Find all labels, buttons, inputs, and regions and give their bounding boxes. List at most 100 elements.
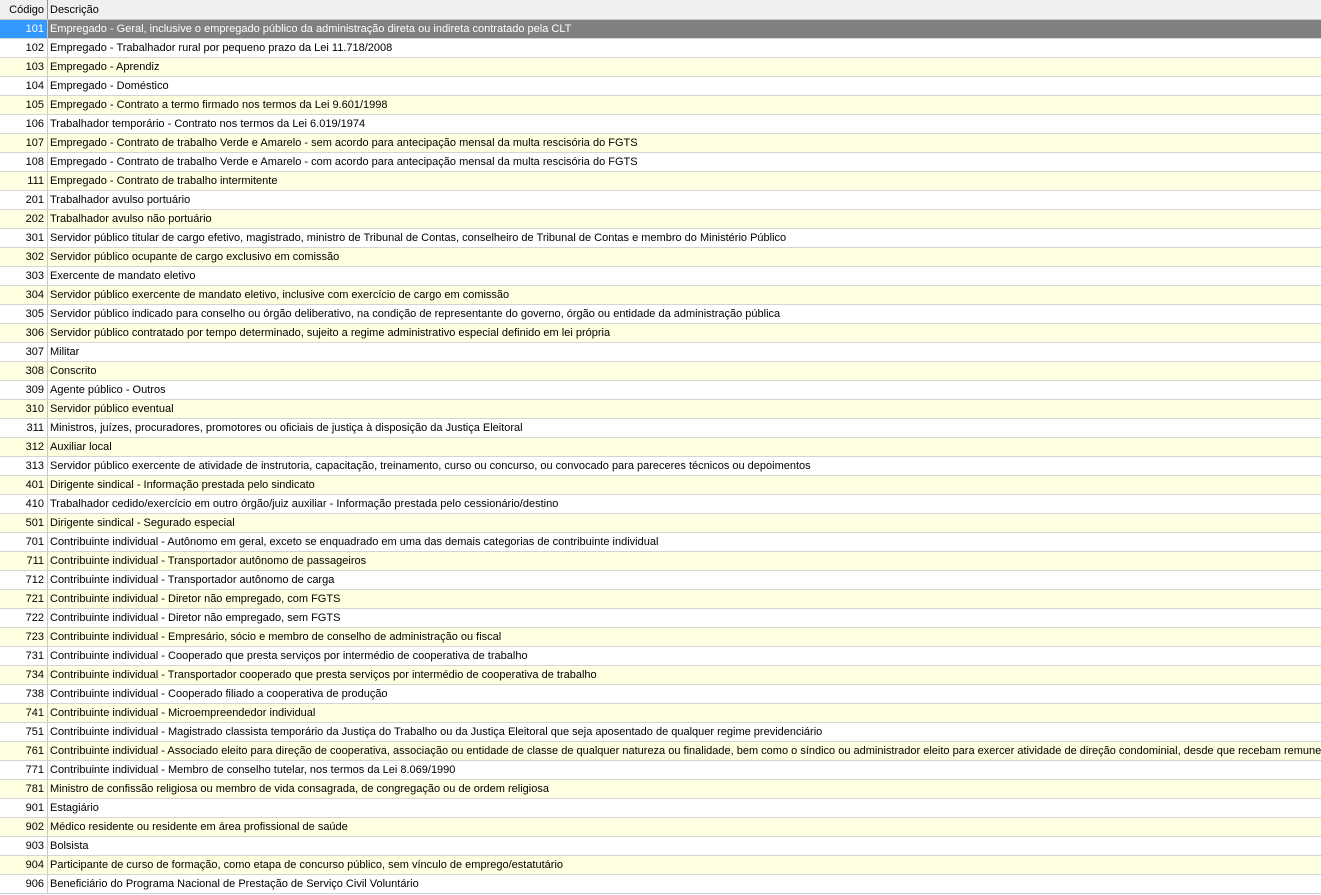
table-row[interactable]: 312 Auxiliar local	[0, 438, 1321, 457]
cell-description[interactable]: Contribuinte individual - Microempreende…	[48, 704, 1321, 722]
cell-code[interactable]: 106	[0, 115, 48, 133]
cell-code[interactable]: 722	[0, 609, 48, 627]
table-row[interactable]: 106 Trabalhador temporário - Contrato nos…	[0, 115, 1321, 134]
table-row[interactable]: 410 Trabalhador cedido/exercício em outro…	[0, 495, 1321, 514]
cell-description[interactable]: Auxiliar local	[48, 438, 1321, 456]
cell-code[interactable]: 701	[0, 533, 48, 551]
cell-description[interactable]: Trabalhador temporário - Contrato nos te…	[48, 115, 1321, 133]
cell-description[interactable]: Agente público - Outros	[48, 381, 1321, 399]
table-row[interactable]: 306 Servidor público contratado por tempo…	[0, 324, 1321, 343]
cell-code[interactable]: 305	[0, 305, 48, 323]
cell-description[interactable]: Trabalhador cedido/exercício em outro ór…	[48, 495, 1321, 513]
cell-code[interactable]: 303	[0, 267, 48, 285]
cell-description[interactable]: Contribuinte individual - Cooperado que …	[48, 647, 1321, 665]
cell-code[interactable]: 734	[0, 666, 48, 684]
table-row[interactable]: 751 Contribuinte individual - Magistrado …	[0, 723, 1321, 742]
table-row[interactable]: 304 Servidor público exercente de mandato…	[0, 286, 1321, 305]
cell-code[interactable]: 103	[0, 58, 48, 76]
table-row[interactable]: 712 Contribuinte individual - Transportad…	[0, 571, 1321, 590]
table-row[interactable]: 313 Servidor público exercente de ativida…	[0, 457, 1321, 476]
table-row[interactable]: 103 Empregado - Aprendiz	[0, 58, 1321, 77]
table-row[interactable]: 310 Servidor público eventual	[0, 400, 1321, 419]
cell-description[interactable]: Contribuinte individual - Transportador …	[48, 571, 1321, 589]
table-row[interactable]: 105 Empregado - Contrato a termo firmado …	[0, 96, 1321, 115]
cell-code[interactable]: 105	[0, 96, 48, 114]
table-row[interactable]: 202 Trabalhador avulso não portuário	[0, 210, 1321, 229]
cell-description[interactable]: Médico residente ou residente em área pr…	[48, 818, 1321, 836]
table-row[interactable]: 721 Contribuinte individual - Diretor não…	[0, 590, 1321, 609]
cell-description[interactable]: Ministros, juízes, procuradores, promoto…	[48, 419, 1321, 437]
cell-code[interactable]: 741	[0, 704, 48, 722]
cell-description[interactable]: Contribuinte individual - Diretor não em…	[48, 590, 1321, 608]
cell-code[interactable]: 761	[0, 742, 48, 760]
cell-description[interactable]: Servidor público indicado para conselho …	[48, 305, 1321, 323]
cell-description[interactable]: Dirigente sindical - Informação prestada…	[48, 476, 1321, 494]
cell-code[interactable]: 202	[0, 210, 48, 228]
cell-code[interactable]: 723	[0, 628, 48, 646]
cell-description[interactable]: Empregado - Trabalhador rural por pequen…	[48, 39, 1321, 57]
table-row[interactable]: 741 Contribuinte individual - Microempree…	[0, 704, 1321, 723]
cell-description[interactable]: Trabalhador avulso não portuário	[48, 210, 1321, 228]
table-row[interactable]: 722 Contribuinte individual - Diretor não…	[0, 609, 1321, 628]
cell-description[interactable]: Contribuinte individual - Empresário, só…	[48, 628, 1321, 646]
cell-description[interactable]: Contribuinte individual - Membro de cons…	[48, 761, 1321, 779]
cell-description[interactable]: Servidor público exercente de atividade …	[48, 457, 1321, 475]
cell-description[interactable]: Empregado - Doméstico	[48, 77, 1321, 95]
table-row[interactable]: 102 Empregado - Trabalhador rural por peq…	[0, 39, 1321, 58]
column-header-description[interactable]: Descrição	[48, 0, 1321, 19]
cell-description[interactable]: Bolsista	[48, 837, 1321, 855]
cell-description[interactable]: Beneficiário do Programa Nacional de Pre…	[48, 875, 1321, 893]
cell-code[interactable]: 304	[0, 286, 48, 304]
table-row[interactable]: 761 Contribuinte individual - Associado e…	[0, 742, 1321, 761]
cell-code[interactable]: 111	[0, 172, 48, 190]
cell-description[interactable]: Militar	[48, 343, 1321, 361]
cell-code[interactable]: 104	[0, 77, 48, 95]
cell-description[interactable]: Contribuinte individual - Transportador …	[48, 552, 1321, 570]
cell-code[interactable]: 711	[0, 552, 48, 570]
table-row[interactable]: 723 Contribuinte individual - Empresário,…	[0, 628, 1321, 647]
cell-code[interactable]: 906	[0, 875, 48, 893]
table-row[interactable]: 308 Conscrito	[0, 362, 1321, 381]
table-row[interactable]: 302 Servidor público ocupante de cargo ex…	[0, 248, 1321, 267]
table-row[interactable]: 904 Participante de curso de formação, co…	[0, 856, 1321, 875]
table-row[interactable]: 107 Empregado - Contrato de trabalho Verd…	[0, 134, 1321, 153]
table-row[interactable]: 701 Contribuinte individual - Autônomo em…	[0, 533, 1321, 552]
cell-code[interactable]: 201	[0, 191, 48, 209]
cell-code[interactable]: 311	[0, 419, 48, 437]
table-row[interactable]: 311 Ministros, juízes, procuradores, prom…	[0, 419, 1321, 438]
cell-description[interactable]: Servidor público exercente de mandato el…	[48, 286, 1321, 304]
cell-code[interactable]: 312	[0, 438, 48, 456]
cell-description[interactable]: Dirigente sindical - Segurado especial	[48, 514, 1321, 532]
cell-code[interactable]: 102	[0, 39, 48, 57]
cell-code[interactable]: 781	[0, 780, 48, 798]
cell-code[interactable]: 108	[0, 153, 48, 171]
cell-code[interactable]: 751	[0, 723, 48, 741]
table-row[interactable]: 305 Servidor público indicado para consel…	[0, 305, 1321, 324]
table-row[interactable]: 309 Agente público - Outros	[0, 381, 1321, 400]
cell-description[interactable]: Contribuinte individual - Transportador …	[48, 666, 1321, 684]
cell-description[interactable]: Exercente de mandato eletivo	[48, 267, 1321, 285]
cell-code[interactable]: 902	[0, 818, 48, 836]
table-row[interactable]: 301 Servidor público titular de cargo efe…	[0, 229, 1321, 248]
table-row[interactable]: 903 Bolsista	[0, 837, 1321, 856]
cell-description[interactable]: Ministro de confissão religiosa ou membr…	[48, 780, 1321, 798]
cell-code[interactable]: 738	[0, 685, 48, 703]
cell-description[interactable]: Contribuinte individual - Diretor não em…	[48, 609, 1321, 627]
cell-description[interactable]: Empregado - Contrato a termo firmado nos…	[48, 96, 1321, 114]
cell-code[interactable]: 307	[0, 343, 48, 361]
cell-code[interactable]: 302	[0, 248, 48, 266]
table-row[interactable]: 731 Contribuinte individual - Cooperado q…	[0, 647, 1321, 666]
cell-code[interactable]: 904	[0, 856, 48, 874]
table-row[interactable]: 711 Contribuinte individual - Transportad…	[0, 552, 1321, 571]
cell-code[interactable]: 306	[0, 324, 48, 342]
cell-description[interactable]: Empregado - Contrato de trabalho intermi…	[48, 172, 1321, 190]
cell-description[interactable]: Servidor público eventual	[48, 400, 1321, 418]
table-row[interactable]: 401 Dirigente sindical - Informação prest…	[0, 476, 1321, 495]
cell-code[interactable]: 309	[0, 381, 48, 399]
cell-description[interactable]: Contribuinte individual - Associado elei…	[48, 742, 1321, 760]
table-row[interactable]: 101 Empregado - Geral, inclusive o empreg…	[0, 20, 1321, 39]
cell-code[interactable]: 301	[0, 229, 48, 247]
table-row[interactable]: 906 Beneficiário do Programa Nacional de …	[0, 875, 1321, 894]
cell-description[interactable]: Trabalhador avulso portuário	[48, 191, 1321, 209]
table-row[interactable]: 738 Contribuinte individual - Cooperado f…	[0, 685, 1321, 704]
